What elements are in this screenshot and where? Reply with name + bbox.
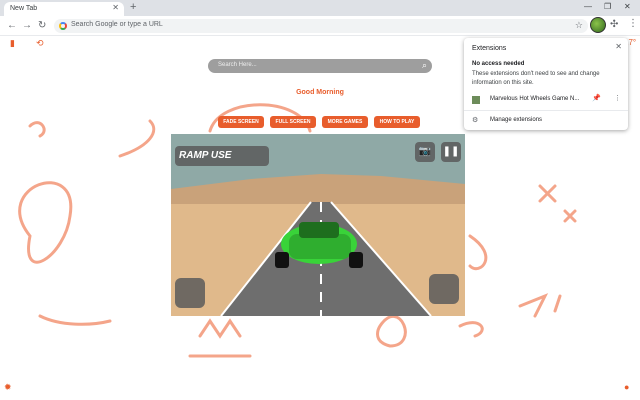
popup-section-heading: No access needed bbox=[472, 61, 525, 67]
extension-icon bbox=[472, 96, 480, 104]
bookmark-icon[interactable]: ▮ bbox=[10, 38, 15, 49]
omnibox[interactable]: Search Google or type a URL ☆ bbox=[54, 19, 588, 33]
extension-avatar-icon[interactable] bbox=[590, 17, 606, 33]
extension-name[interactable]: Marvelous Hot Wheels Game N... bbox=[490, 96, 579, 102]
new-tab-button[interactable]: + bbox=[130, 1, 136, 13]
search-placeholder: Search Here... bbox=[218, 62, 257, 68]
reload-icon[interactable]: ↻ bbox=[38, 20, 46, 32]
full-screen-button[interactable]: FULL SCREEN bbox=[270, 116, 316, 128]
close-window-button[interactable]: ✕ bbox=[624, 2, 631, 11]
popup-close-icon[interactable]: ✕ bbox=[615, 42, 622, 51]
history-icon[interactable]: ⟲ bbox=[36, 38, 44, 49]
popup-description: These extensions don't need to see and c… bbox=[472, 71, 600, 86]
corner-info-icon[interactable]: ● bbox=[624, 382, 629, 392]
popup-title: Extensions bbox=[472, 45, 507, 52]
forward-icon[interactable]: → bbox=[22, 20, 32, 32]
restore-button[interactable]: ❐ bbox=[604, 2, 611, 11]
manage-gear-icon: ⚙ bbox=[472, 117, 479, 124]
extensions-popup: Extensions ✕ No access needed These exte… bbox=[464, 38, 628, 130]
game-hint-label: RAMP USE bbox=[175, 146, 269, 166]
tab-new-tab[interactable]: New Tab ✕ bbox=[4, 2, 124, 16]
extensions-puzzle-icon[interactable]: ✣ bbox=[610, 19, 618, 30]
back-icon[interactable]: ← bbox=[7, 20, 17, 32]
more-games-button[interactable]: MORE GAMES bbox=[322, 116, 368, 128]
game-canvas[interactable]: RAMP USE 📷 ❚❚ bbox=[171, 134, 465, 316]
how-to-play-button[interactable]: HOW TO PLAY bbox=[374, 116, 420, 128]
fade-screen-button[interactable]: FADE SCREEN bbox=[218, 116, 264, 128]
ramp-button[interactable] bbox=[429, 274, 459, 304]
extension-menu-icon[interactable]: ⋮ bbox=[614, 94, 621, 102]
popup-divider bbox=[464, 110, 628, 111]
bookmark-star-icon[interactable]: ☆ bbox=[575, 20, 583, 31]
chrome-menu-icon[interactable]: ⋮ bbox=[628, 18, 638, 29]
browser-toolbar: ← → ↻ Search Google or type a URL ☆ bbox=[0, 16, 640, 36]
tab-close-icon[interactable]: ✕ bbox=[112, 3, 119, 12]
search-icon[interactable]: ⌕ bbox=[422, 60, 427, 71]
minimize-button[interactable]: — bbox=[584, 2, 592, 11]
nitro-button[interactable] bbox=[175, 278, 205, 308]
pin-icon[interactable]: 📌 bbox=[592, 94, 601, 102]
omnibox-placeholder: Search Google or type a URL bbox=[71, 21, 163, 28]
settings-gear-icon[interactable]: ✹ bbox=[4, 382, 12, 393]
manage-extensions-link[interactable]: Manage extensions bbox=[490, 117, 542, 123]
camera-icon[interactable]: 📷 bbox=[415, 142, 435, 162]
tab-strip: New Tab ✕ + — ❐ ✕ bbox=[0, 0, 640, 16]
google-icon bbox=[59, 22, 67, 30]
pause-icon[interactable]: ❚❚ bbox=[441, 142, 461, 162]
search-input[interactable]: Search Here... ⌕ bbox=[208, 59, 432, 73]
tab-title: New Tab bbox=[10, 5, 38, 12]
